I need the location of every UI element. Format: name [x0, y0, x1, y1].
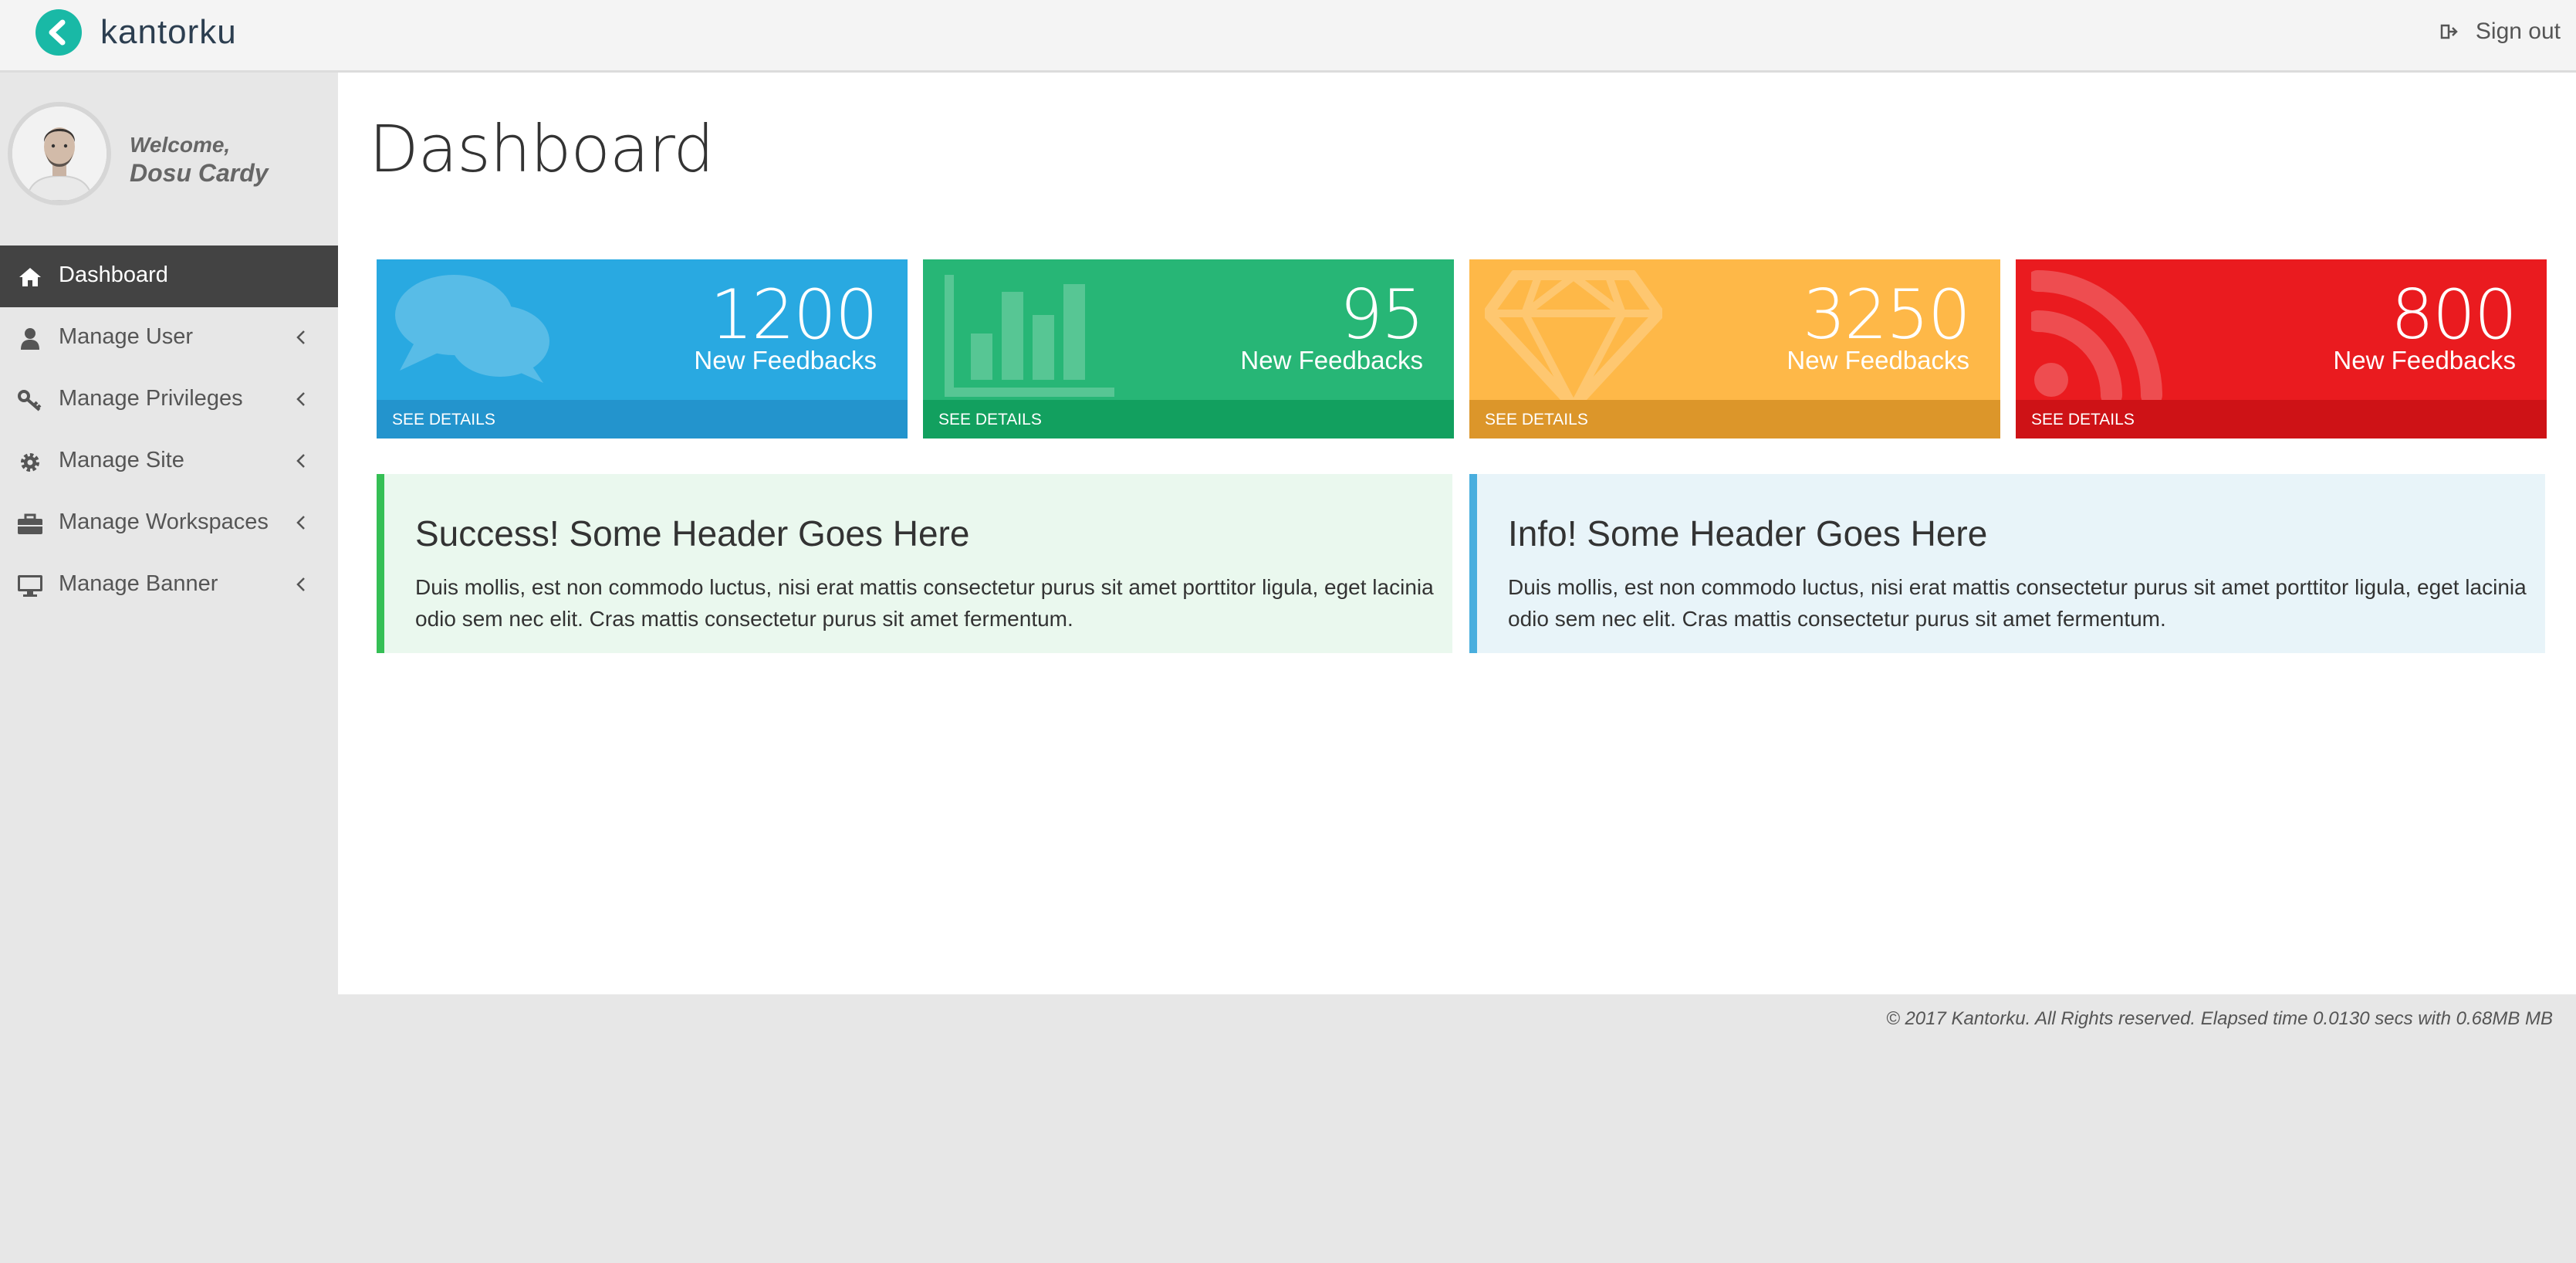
alert-text: Duis mollis, est non commodo luctus, nis… [1508, 575, 2527, 631]
sidebar-item-manage-workspaces[interactable]: Manage Workspaces [0, 493, 338, 554]
alert-success: Success! Some Header Goes Here Duis moll… [377, 474, 1452, 653]
sidebar-item-label: Manage Workspaces [59, 510, 269, 534]
signout-button[interactable]: Sign out [2440, 19, 2561, 45]
stat-card-feedbacks-blue: 1200 New Feedbacks SEE DETAILS [377, 259, 908, 438]
card-footer[interactable]: SEE DETAILS [923, 400, 1454, 438]
stat-value: 3250 [1803, 275, 1971, 354]
card-footer[interactable]: SEE DETAILS [1469, 400, 2000, 438]
user-icon [17, 326, 43, 352]
sidebar-nav: Dashboard Manage User Manage Privileges [0, 245, 349, 616]
avatar[interactable] [8, 102, 111, 205]
alert-title: Info! Some Header Goes Here [1508, 513, 1988, 554]
see-details-link[interactable]: SEE DETAILS [938, 411, 1042, 429]
chevron-left-icon [295, 327, 307, 353]
brand-logo[interactable]: kantorku [35, 9, 237, 56]
card-footer[interactable]: SEE DETAILS [2016, 400, 2547, 438]
sidebar-item-manage-banner[interactable]: Manage Banner [0, 554, 338, 616]
monitor-icon [17, 573, 43, 599]
sidebar: Welcome, Dosu Cardy Dashboard Manage Use… [0, 73, 349, 994]
signout-icon [2440, 24, 2458, 39]
stat-card-feedbacks-red: 800 New Feedbacks SEE DETAILS [2016, 259, 2547, 438]
user-profile: Welcome, Dosu Cardy [0, 73, 338, 227]
see-details-link[interactable]: SEE DETAILS [392, 411, 495, 429]
sidebar-item-label: Manage Banner [59, 571, 218, 596]
comments-icon [395, 275, 549, 383]
stat-label: New Feedbacks [694, 346, 877, 374]
sidebar-item-manage-privileges[interactable]: Manage Privileges [0, 369, 338, 431]
sidebar-item-label: Manage Privileges [59, 386, 243, 411]
stat-value: 95 [1340, 275, 1425, 354]
chevron-left-icon [295, 513, 307, 538]
kantorku-logo-icon [35, 9, 82, 56]
alert-title: Success! Some Header Goes Here [415, 513, 970, 554]
sidebar-item-label: Dashboard [59, 262, 168, 287]
card-footer[interactable]: SEE DETAILS [377, 400, 908, 438]
see-details-link[interactable]: SEE DETAILS [2031, 411, 2135, 429]
sidebar-item-label: Manage User [59, 324, 194, 349]
welcome-text: Welcome, Dosu Cardy [130, 133, 269, 188]
stat-label: New Feedbacks [1240, 346, 1423, 374]
stat-card-feedbacks-orange: 3250 New Feedbacks SEE DETAILS [1469, 259, 2000, 438]
stat-value: 1200 [710, 275, 878, 354]
stat-value: 800 [2391, 275, 2517, 354]
alert-info: Info! Some Header Goes Here Duis mollis,… [1469, 474, 2545, 653]
stat-label: New Feedbacks [2333, 346, 2516, 374]
footer-copyright: © 2017 Kantorku. All Rights reserved. El… [1886, 1008, 2553, 1029]
gear-icon [17, 449, 43, 476]
chevron-left-icon [295, 389, 307, 415]
chevron-left-icon [295, 574, 307, 600]
signout-label: Sign out [2475, 19, 2561, 44]
key-icon [17, 388, 43, 414]
bar-chart-icon [945, 275, 1114, 397]
top-navbar: kantorku Sign out [0, 0, 2576, 73]
rss-icon [2031, 270, 2162, 401]
page-title: Dashboard [369, 111, 715, 187]
diamond-icon [1485, 270, 1662, 409]
sidebar-item-manage-site[interactable]: Manage Site [0, 431, 338, 493]
main-content: Dashboard 1200 New Feedbacks SEE DETAILS… [338, 73, 2576, 994]
sidebar-item-dashboard[interactable]: Dashboard [0, 245, 349, 307]
brand-name: kantorku [100, 13, 237, 51]
sidebar-item-label: Manage Site [59, 448, 184, 472]
chevron-left-icon [295, 451, 307, 476]
user-name: Dosu Cardy [130, 159, 269, 187]
alert-text: Duis mollis, est non commodo luctus, nis… [415, 575, 1434, 631]
sidebar-item-manage-user[interactable]: Manage User [0, 307, 338, 369]
stat-label: New Feedbacks [1787, 346, 1969, 374]
see-details-link[interactable]: SEE DETAILS [1485, 411, 1588, 429]
welcome-greeting: Welcome, [130, 133, 231, 157]
stat-card-feedbacks-green: 95 New Feedbacks SEE DETAILS [923, 259, 1454, 438]
briefcase-icon [17, 511, 43, 537]
home-icon [17, 264, 43, 290]
